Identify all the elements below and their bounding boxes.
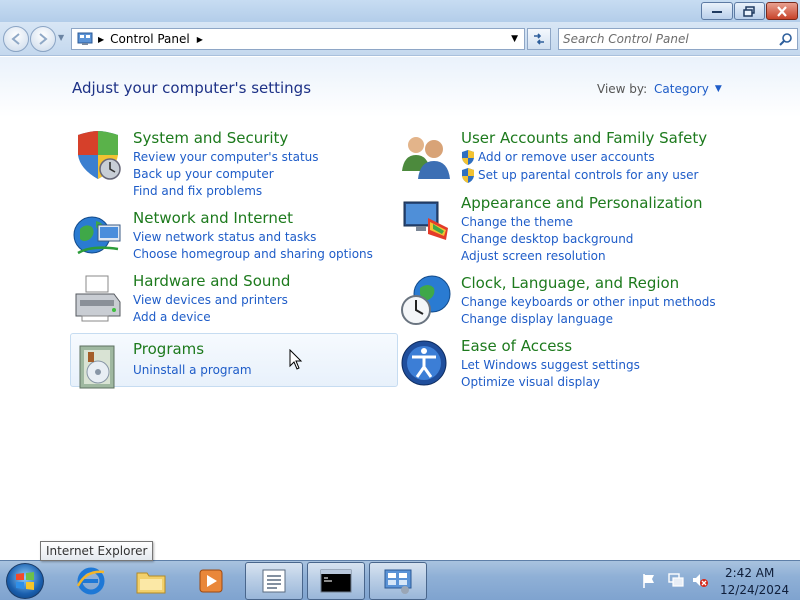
user-accounts-icon (402, 137, 450, 179)
link-change-theme[interactable]: Change the theme (461, 215, 573, 229)
taskbar-internet-explorer[interactable] (62, 562, 120, 600)
link-homegroup-sharing[interactable]: Choose homegroup and sharing options (133, 247, 373, 261)
minimize-button[interactable] (701, 2, 733, 20)
taskbar-command-prompt[interactable] (307, 562, 365, 600)
link-desktop-background[interactable]: Change desktop background (461, 232, 633, 246)
taskbar-windows-explorer[interactable] (122, 562, 180, 600)
view-by-dropdown[interactable]: Category ▼ (654, 82, 722, 96)
notepad-icon (262, 569, 286, 593)
chevron-down-icon[interactable]: ▼ (715, 84, 722, 94)
category-user-accounts: User Accounts and Family Safety Add or r… (400, 129, 730, 191)
address-dropdown-icon[interactable]: ▼ (511, 34, 518, 44)
category-title[interactable]: Clock, Language, and Region (461, 274, 679, 292)
category-appearance: Appearance and Personalization Change th… (400, 194, 730, 264)
link-back-up[interactable]: Back up your computer (133, 167, 274, 181)
category-system-security: System and Security Review your computer… (72, 129, 372, 198)
taskbar-notepad[interactable] (245, 562, 303, 600)
category-title[interactable]: Programs (133, 340, 204, 358)
taskbar-tooltip: Internet Explorer (40, 541, 154, 561)
ease-of-access-icon (401, 340, 447, 386)
link-add-remove-accounts[interactable]: Add or remove user accounts (478, 150, 655, 164)
media-player-icon (199, 569, 223, 593)
appearance-icon (403, 201, 448, 240)
volume-muted-icon[interactable] (692, 572, 708, 588)
view-by-label: View by: (597, 82, 648, 96)
category-ease-of-access: Ease of Access Let Windows suggest setti… (400, 337, 730, 389)
link-find-fix-problems[interactable]: Find and fix problems (133, 184, 262, 198)
view-by-value[interactable]: Category (654, 82, 709, 96)
explorer-folder-icon (136, 572, 166, 594)
category-hardware-sound: Hardware and Sound View devices and prin… (72, 272, 372, 324)
breadcrumb-arrow-icon[interactable]: ▶ (98, 35, 104, 44)
refresh-button[interactable] (527, 28, 551, 50)
link-parental-controls[interactable]: Set up parental controls for any user (478, 168, 698, 182)
link-keyboards-input[interactable]: Change keyboards or other input methods (461, 295, 716, 309)
category-network-internet: Network and Internet View network status… (72, 209, 373, 261)
category-clock-language: Clock, Language, and Region Change keybo… (400, 274, 730, 326)
recent-pages-dropdown-icon[interactable]: ▼ (58, 33, 64, 42)
link-uninstall-program[interactable]: Uninstall a program (133, 363, 252, 377)
taskbar-control-panel[interactable] (369, 562, 427, 600)
close-button[interactable] (766, 2, 798, 20)
control-panel-icon (384, 569, 412, 594)
address-bar[interactable]: ▶ Control Panel ▶ ▼ (71, 28, 525, 50)
link-windows-suggest[interactable]: Let Windows suggest settings (461, 358, 640, 372)
back-button[interactable] (3, 26, 29, 52)
category-title[interactable]: System and Security (133, 129, 288, 147)
link-devices-printers[interactable]: View devices and printers (133, 293, 288, 307)
category-programs: Programs Uninstall a program (72, 340, 372, 389)
search-icon[interactable] (779, 32, 793, 46)
category-title[interactable]: Ease of Access (461, 337, 572, 355)
search-input[interactable] (563, 31, 773, 47)
internet-explorer-icon (76, 567, 105, 595)
control-panel-small-icon (77, 32, 93, 45)
link-display-language[interactable]: Change display language (461, 312, 613, 326)
uac-shield-icon (462, 168, 474, 183)
category-title[interactable]: Network and Internet (133, 209, 293, 227)
breadcrumb-control-panel[interactable]: Control Panel (110, 32, 190, 46)
category-title[interactable]: User Accounts and Family Safety (461, 129, 707, 147)
category-title[interactable]: Appearance and Personalization (461, 194, 703, 212)
window-title-bar (0, 0, 800, 22)
clock-globe-icon (401, 275, 451, 325)
forward-button[interactable] (30, 26, 56, 52)
category-title[interactable]: Hardware and Sound (133, 272, 290, 290)
command-prompt-icon (320, 569, 352, 593)
control-panel-content: Adjust your computer's settings View by:… (0, 57, 800, 560)
network-icon[interactable] (668, 572, 684, 588)
clock-date[interactable]: 12/24/2024 (720, 583, 789, 597)
link-screen-resolution[interactable]: Adjust screen resolution (461, 249, 606, 263)
navigation-bar: ▼ ▶ Control Panel ▶ ▼ (0, 22, 800, 56)
page-title: Adjust your computer's settings (72, 79, 312, 97)
uac-shield-icon (462, 150, 474, 165)
link-optimize-visual[interactable]: Optimize visual display (461, 375, 600, 389)
shield-icon (78, 131, 121, 180)
restore-button[interactable] (734, 2, 765, 20)
search-box[interactable] (558, 28, 798, 50)
mouse-cursor-icon (289, 349, 303, 370)
taskbar (0, 560, 800, 600)
link-review-status[interactable]: Review your computer's status (133, 150, 319, 164)
printer-icon (75, 275, 121, 322)
action-center-flag-icon[interactable] (642, 573, 656, 589)
network-globe-icon (73, 216, 121, 255)
programs-icon (79, 345, 115, 389)
link-view-network-status[interactable]: View network status and tasks (133, 230, 316, 244)
start-button[interactable] (6, 563, 44, 599)
clock-time[interactable]: 2:42 AM (725, 566, 774, 580)
breadcrumb-arrow-icon[interactable]: ▶ (197, 35, 203, 44)
taskbar-media-player[interactable] (182, 562, 240, 600)
link-add-device[interactable]: Add a device (133, 310, 211, 324)
